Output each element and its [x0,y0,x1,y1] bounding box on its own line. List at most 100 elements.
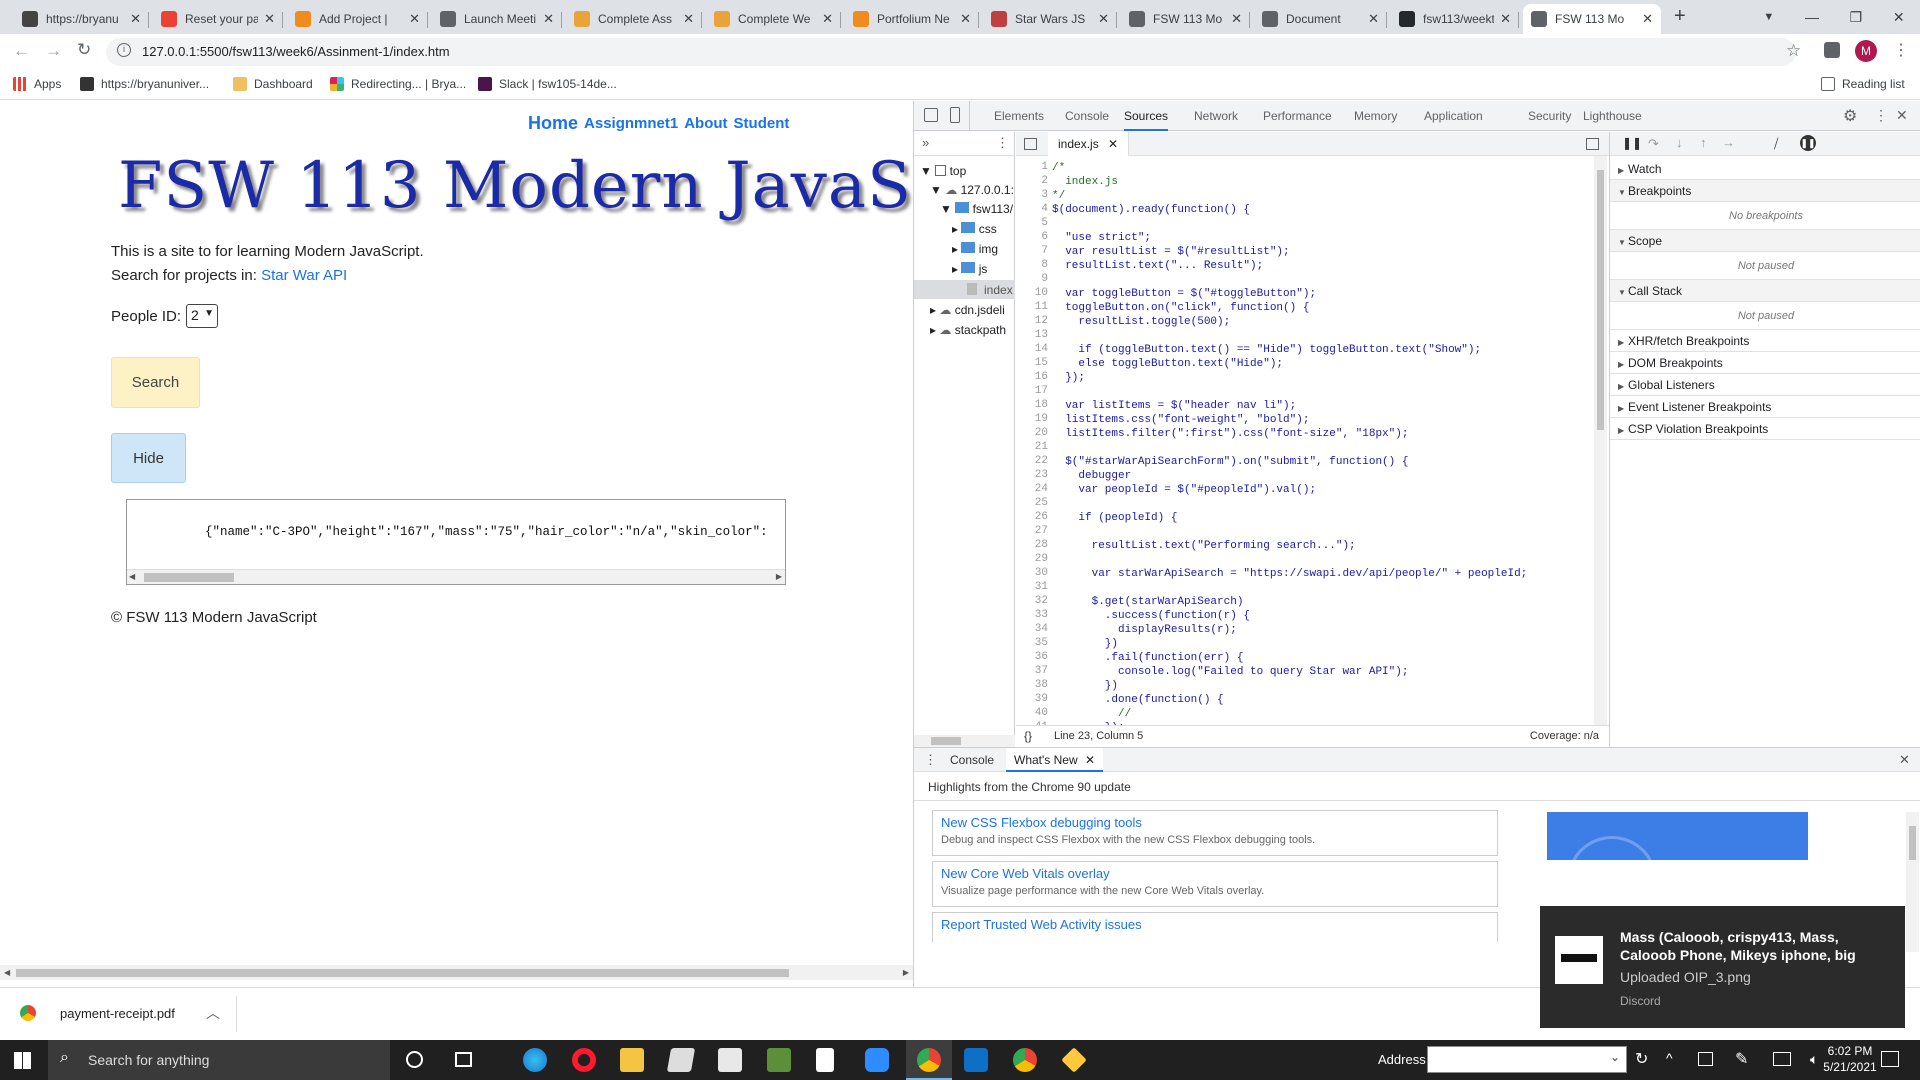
line-number[interactable]: 6 [1016,231,1048,243]
more-tabs-icon[interactable]: » [922,135,929,150]
browser-tab[interactable]: Star Wars JS ✕ [983,4,1117,34]
line-number[interactable]: 34 [1016,623,1048,635]
code-line[interactable]: displayResults(r); [1052,623,1237,637]
editor-tab-index-js[interactable]: index.js ✕ [1048,132,1130,156]
line-number[interactable]: 28 [1016,539,1048,551]
scroll-left-icon[interactable]: ◀ [129,572,135,581]
chrome-icon[interactable] [1013,1048,1037,1072]
pretty-print-icon[interactable]: {} [1024,729,1032,743]
close-tab-icon[interactable]: ✕ [960,11,971,27]
forward-icon[interactable]: → [45,41,62,61]
bookmark-dashboard[interactable]: Dashboard [233,77,313,91]
site-info-icon[interactable]: i [117,43,131,57]
code-area[interactable]: 1 /* 2 index.js 3 */ 4 $(document).ready(funct… [1016,161,1594,725]
bookmark-redirecting[interactable]: Redirecting... | Brya... [330,77,466,91]
browser-tab[interactable]: https://bryanu ✕ [14,4,149,34]
close-tab-icon[interactable]: ✕ [683,11,694,27]
close-tab-icon[interactable]: ✕ [1500,11,1511,27]
extensions-icon[interactable] [1824,42,1840,58]
feature-title[interactable]: New CSS Flexbox debugging tools [941,815,1489,830]
close-tab-icon[interactable]: ✕ [1108,137,1118,151]
document-icon[interactable] [816,1048,834,1072]
tray-icon[interactable] [1698,1052,1713,1066]
close-devtools-icon[interactable]: ✕ [1896,107,1908,124]
line-number[interactable]: 40 [1016,707,1048,719]
file-explorer-icon[interactable] [620,1048,644,1072]
feature-title[interactable]: Report Trusted Web Activity issues [941,917,1489,932]
line-number[interactable]: 13 [1016,329,1048,341]
deactivate-breakpoints-icon[interactable]: ⧸ [1774,136,1778,152]
devtools-tab-application[interactable]: Application [1424,101,1483,131]
code-line[interactable]: resultList.text("Performing search..."); [1052,539,1356,553]
task-view-icon[interactable] [455,1052,472,1067]
devtools-tab-memory[interactable]: Memory [1354,101,1397,131]
line-number[interactable]: 3 [1016,189,1048,201]
line-number[interactable]: 25 [1016,497,1048,509]
close-tab-icon[interactable]: ✕ [264,11,275,27]
browser-tab[interactable]: Document ✕ [1254,4,1387,34]
inspect-element-icon[interactable] [924,108,938,122]
step-into-icon[interactable]: ↓ [1676,135,1683,150]
feature-web-vitals[interactable]: New Core Web Vitals overlay Visualize pa… [932,861,1498,907]
line-number[interactable]: 18 [1016,399,1048,411]
line-number[interactable]: 24 [1016,483,1048,495]
scrollbar-thumb[interactable] [1909,826,1916,860]
tree-css[interactable]: ▸ css [952,222,997,236]
tree-cdn[interactable]: ▸ ☁ cdn.jsdeli [930,303,1005,317]
minecraft-icon[interactable] [767,1048,791,1072]
device-toolbar-icon[interactable] [950,107,960,123]
vscode-icon[interactable] [964,1048,988,1072]
line-number[interactable]: 22 [1016,455,1048,467]
bookmark-slack[interactable]: Slack | fsw105-14de... [478,77,617,91]
line-number[interactable]: 35 [1016,637,1048,649]
event-listener-breakpoints-section[interactable]: ▶ Event Listener Breakpoints [1610,396,1920,418]
browser-tab[interactable]: Add Project | ✕ [287,4,428,34]
line-number[interactable]: 11 [1016,301,1048,313]
devtools-tab-security[interactable]: Security [1528,101,1571,131]
line-number[interactable]: 30 [1016,567,1048,579]
line-number[interactable]: 9 [1016,273,1048,285]
code-line[interactable]: .success(function(r) { [1052,609,1250,623]
line-number[interactable]: 15 [1016,357,1048,369]
reload-icon[interactable]: ↻ [77,40,91,60]
line-number[interactable]: 10 [1016,287,1048,299]
code-line[interactable]: }) [1052,679,1118,693]
devtools-menu-icon[interactable]: ⋮ [1874,107,1888,124]
line-number[interactable]: 2 [1016,175,1048,187]
omnibox[interactable]: i 127.0.0.1:5500/fsw113/week6/Assinment-… [106,38,1801,66]
browser-tab[interactable]: Launch Meeti ✕ [432,4,562,34]
code-line[interactable]: if (toggleButton.text() == "Hide") toggl… [1052,343,1481,357]
navigator-menu-icon[interactable]: ⋮ [996,135,1009,151]
tree-folder[interactable]: ▼ fsw113/ [940,202,1013,216]
feature-flexbox[interactable]: New CSS Flexbox debugging tools Debug an… [932,810,1498,856]
drawer-tab-console[interactable]: Console [950,753,994,767]
pause-on-exceptions-icon[interactable]: ❚❚ [1800,135,1816,151]
devtools-tab-sources[interactable]: Sources [1124,101,1169,131]
close-tab-icon[interactable]: ✕ [1368,11,1379,27]
line-number[interactable]: 38 [1016,679,1048,691]
star-war-api-link[interactable]: Star War API [261,267,347,284]
code-line[interactable]: var listItems = $("header nav li"); [1052,399,1296,413]
code-line[interactable]: $("#starWarApiSearchForm").on("submit", … [1052,455,1408,469]
line-number[interactable]: 14 [1016,343,1048,355]
code-line[interactable]: $.get(starWarApiSearch) [1052,595,1244,609]
result-horizontal-scrollbar[interactable]: ◀ ▶ [127,569,785,584]
line-number[interactable]: 36 [1016,651,1048,663]
close-drawer-icon[interactable]: ✕ [1899,752,1910,768]
line-number[interactable]: 16 [1016,371,1048,383]
line-number[interactable]: 31 [1016,581,1048,593]
browser-tab[interactable]: Portfolium Ne ✕ [845,4,979,34]
code-line[interactable]: }); [1052,371,1085,385]
chevron-down-icon[interactable]: ⌄ [1610,1050,1620,1064]
browser-tab[interactable]: Complete We ✕ [706,4,841,34]
tab-search-icon[interactable]: ▼ [1763,11,1774,23]
code-line[interactable]: */ [1052,189,1065,203]
opera-icon[interactable] [572,1048,596,1072]
taskbar-chrome-active[interactable] [906,1040,952,1080]
pause-icon[interactable]: ❚❚ [1622,136,1642,150]
notification-center-icon[interactable] [1881,1051,1899,1067]
code-line[interactable]: /* [1052,161,1065,175]
code-line[interactable]: else toggleButton.text("Hide"); [1052,357,1283,371]
bookmark-apps[interactable]: Apps [13,77,61,91]
code-line[interactable]: toggleButton.on("click", function() { [1052,301,1309,315]
